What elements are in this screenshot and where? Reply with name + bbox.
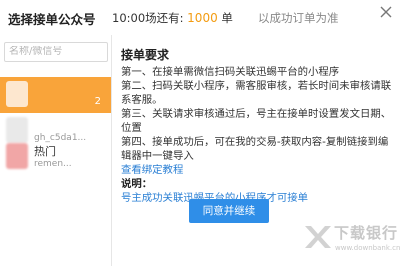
agree-continue-button[interactable]: 同意并继续 [189, 199, 269, 223]
rule-item: 第二、扫码关联小程序，需客服审核，若长时间未审核请联系客服。 [121, 80, 392, 106]
dialog-title: 选择接单公众号 [8, 12, 96, 27]
watermark-text: 下载银行 [334, 224, 399, 242]
account-sidebar: 2 gh_c5da1... 热门 remen... [0, 35, 112, 266]
account-avatar [6, 143, 28, 169]
requirements-title: 接单要求 [121, 48, 170, 62]
watermark: 下载银行 www.downbank.cn [302, 216, 400, 264]
account-name: 热门 [34, 145, 56, 158]
watermark-url: www.downbank.cn [335, 244, 400, 252]
account-badge: 2 [94, 96, 101, 107]
account-search-field[interactable] [4, 42, 108, 62]
account-avatar [6, 81, 28, 107]
rule-item: 第一、在接单需微信扫码关联迅蜴平台的小程序 [121, 66, 340, 78]
account-item-selected[interactable]: 2 [0, 77, 111, 113]
dialog-header: 选择接单公众号 10:00场还有: 1000 单 以成功订单为准 [0, 0, 400, 35]
order-count-value: 1000 [187, 11, 218, 25]
close-icon[interactable] [378, 6, 394, 22]
note-label: 说明： [121, 178, 153, 190]
order-note: 以成功订单为准 [258, 11, 339, 25]
requirements-panel: 接单要求 第一、在接单需微信扫码关联迅蜴平台的小程序 第二、扫码关联小程序，需客… [121, 46, 396, 205]
order-count-prefix: 10:00场还有: [112, 11, 184, 25]
order-count-unit: 单 [221, 11, 233, 25]
view-tutorial-link[interactable]: 查看绑定教程 [121, 163, 396, 177]
account-id: remen... [34, 159, 72, 169]
rule-item: 第三、关联请求审核通过后，号主在接单时设置发文日期、位置 [121, 108, 392, 134]
rule-item: 第四、接单成功后，可在我的交易-获取内容-复制链接到编辑器中一键导入 [121, 136, 389, 162]
watermark-logo-icon [305, 226, 331, 248]
account-item[interactable]: 热门 remen... [0, 139, 111, 175]
order-count: 10:00场还有: 1000 单 [112, 10, 233, 26]
account-search-input[interactable] [9, 46, 103, 57]
